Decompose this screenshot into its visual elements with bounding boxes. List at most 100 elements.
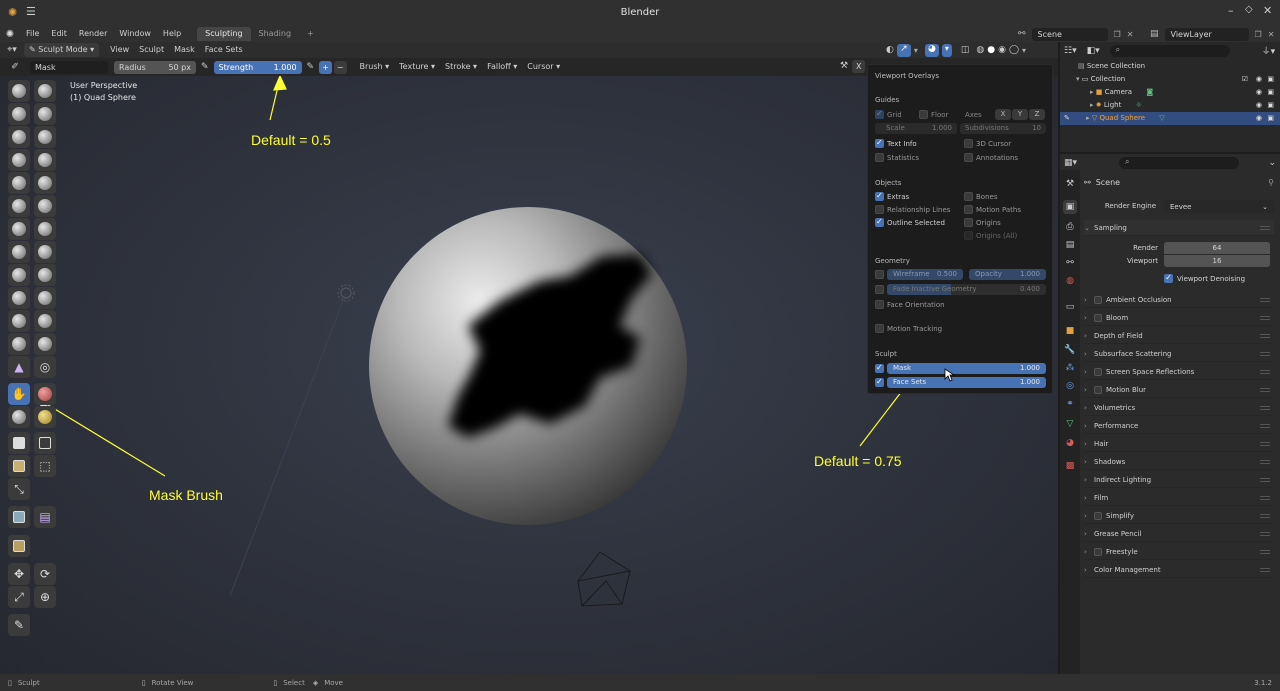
sculpt-mask-checkbox[interactable]: [875, 363, 884, 373]
axis-y-toggle[interactable]: Y: [1012, 109, 1028, 120]
filter-icon[interactable]: ⏚▾: [1262, 44, 1276, 57]
sculpt-face-sets-slider[interactable]: Face Sets 1.000: [887, 377, 1046, 388]
statistics-checkbox[interactable]: [875, 153, 884, 162]
menu-window[interactable]: Window: [113, 26, 157, 42]
panel-enable-checkbox[interactable]: [1094, 512, 1102, 520]
drag-grip-icon[interactable]: [1260, 460, 1270, 464]
quad-sphere-render-icon[interactable]: ▣: [1267, 112, 1274, 125]
properties-search-input[interactable]: ⌕: [1119, 156, 1240, 169]
menu-edit[interactable]: Edit: [45, 26, 73, 42]
tool-pinch[interactable]: [8, 241, 30, 263]
properties-options-icon[interactable]: ⌄: [1268, 158, 1276, 168]
stroke-dropdown[interactable]: Stroke ▾: [440, 60, 482, 74]
view-layer-name[interactable]: ViewLayer: [1164, 27, 1249, 41]
menu-help[interactable]: Help: [157, 26, 187, 42]
solid-shading-icon[interactable]: ●: [987, 45, 995, 55]
panel-performance[interactable]: › Performance: [1084, 418, 1274, 434]
tool-mesh-filter[interactable]: [8, 506, 30, 528]
fade-inactive-checkbox[interactable]: [875, 285, 884, 294]
tool-layer[interactable]: [34, 126, 56, 148]
outliner-row-quad-sphere[interactable]: ✎ ▸ ▽ Quad Sphere ▽ ◉ ▣: [1060, 112, 1280, 125]
blender-menu-icon[interactable]: ✺: [0, 29, 20, 40]
tool-crease[interactable]: [8, 172, 30, 194]
grid-subdivisions-field[interactable]: Subdivisions 10: [960, 123, 1046, 134]
drag-grip-icon[interactable]: [1260, 514, 1270, 518]
symmetry-icon[interactable]: ⚒: [840, 61, 848, 71]
output-tab-icon[interactable]: ⎙: [1063, 220, 1077, 234]
panel-sampling[interactable]: ⌄ Sampling: [1084, 220, 1274, 236]
tool-cloth-filter[interactable]: ▤: [34, 506, 56, 528]
drag-grip-icon[interactable]: [1260, 298, 1270, 302]
menu-render[interactable]: Render: [73, 26, 113, 42]
origins-checkbox[interactable]: [964, 218, 973, 227]
origins-all-checkbox[interactable]: [964, 231, 973, 240]
delete-view-layer-icon[interactable]: ✕: [1268, 30, 1275, 39]
panel-ambient-occlusion[interactable]: › Ambient Occlusion: [1084, 292, 1274, 308]
tool-scrape[interactable]: [8, 218, 30, 240]
tool-line-project[interactable]: ⤡: [8, 478, 30, 500]
menu-view[interactable]: View: [105, 43, 134, 57]
add-mask-button[interactable]: +: [319, 60, 332, 74]
tool-box-hide[interactable]: [34, 432, 56, 454]
collection-tab-icon[interactable]: ▭: [1063, 300, 1077, 314]
tool-draw[interactable]: [8, 80, 30, 102]
axis-z-toggle[interactable]: Z: [1029, 109, 1045, 120]
delete-scene-icon[interactable]: ✕: [1127, 30, 1134, 39]
new-scene-icon[interactable]: ❐: [1114, 30, 1121, 39]
motion-paths-checkbox[interactable]: [964, 205, 973, 214]
drag-grip-icon[interactable]: [1260, 334, 1270, 338]
outliner-editor-icon[interactable]: ☷▾: [1064, 46, 1077, 56]
panel-film[interactable]: › Film: [1084, 490, 1274, 506]
panel-freestyle[interactable]: › Freestyle: [1084, 544, 1274, 560]
tool-clay-strips[interactable]: [34, 103, 56, 125]
outliner-row-collection[interactable]: ▾ ▭ Collection ☑ ◉ ▣: [1060, 73, 1280, 86]
tool-draw-sharp[interactable]: [34, 80, 56, 102]
drag-grip-icon[interactable]: [1260, 370, 1270, 374]
minimize-icon[interactable]: –: [1228, 4, 1234, 17]
outliner-row-camera[interactable]: ▸ ■ Camera ◙ ◉ ▣: [1060, 86, 1280, 99]
tool-annotate[interactable]: ✎: [8, 614, 30, 636]
outliner-row-light[interactable]: ▸ ✹ Light ☼ ◉ ▣: [1060, 99, 1280, 112]
tool-rotate-transform[interactable]: ⟳: [34, 563, 56, 585]
camera-visibility-icon[interactable]: ◉: [1256, 86, 1262, 99]
panel-volumetrics[interactable]: › Volumetrics: [1084, 400, 1274, 416]
falloff-dropdown[interactable]: Falloff ▾: [482, 60, 522, 74]
motion-tracking-checkbox[interactable]: [875, 324, 884, 333]
drag-grip-icon[interactable]: [1260, 406, 1270, 410]
drag-grip-icon[interactable]: [1260, 442, 1270, 446]
sculpt-face-sets-checkbox[interactable]: [875, 377, 884, 387]
properties-editor-icon[interactable]: ▦▾: [1064, 158, 1077, 168]
face-orientation-checkbox[interactable]: [875, 300, 884, 309]
collection-visibility-icon[interactable]: ◉: [1256, 73, 1262, 86]
opacity-slider[interactable]: Opacity 1.000: [969, 269, 1046, 280]
menu-face-sets[interactable]: Face Sets: [200, 43, 248, 57]
tool-multires-displacement-eraser[interactable]: [8, 406, 30, 428]
drag-grip-icon[interactable]: [1260, 496, 1270, 500]
drag-grip-icon[interactable]: [1260, 532, 1270, 536]
tool-box-trim[interactable]: ⬚: [34, 455, 56, 477]
outliner-row-scene-collection[interactable]: ▤ Scene Collection: [1060, 60, 1280, 73]
drag-grip-icon[interactable]: [1260, 478, 1270, 482]
sculpt-mask-slider[interactable]: Mask 1.000: [887, 363, 1046, 374]
tool-slide-relax[interactable]: [8, 333, 30, 355]
tool-thumb[interactable]: [8, 287, 30, 309]
light-render-icon[interactable]: ▣: [1267, 99, 1274, 112]
panel-enable-checkbox[interactable]: [1094, 548, 1102, 556]
panel-shadows[interactable]: › Shadows: [1084, 454, 1274, 470]
strength-slider[interactable]: Strength 1.000: [213, 60, 302, 74]
mode-dropdown[interactable]: ✎ Sculpt Mode ▾: [24, 43, 100, 57]
gizmo-icon[interactable]: ↗: [896, 43, 911, 57]
collapse-chevron-icon[interactable]: ▾: [1076, 75, 1080, 83]
tool-clay-thumb[interactable]: [8, 126, 30, 148]
texture-dropdown[interactable]: Texture ▾: [394, 60, 440, 74]
tool-move[interactable]: ✥: [8, 563, 30, 585]
tool-tab-icon[interactable]: ⚒: [1063, 177, 1077, 191]
outliner-search-input[interactable]: ⌕: [1109, 44, 1230, 57]
brush-dropdown[interactable]: Brush ▾: [355, 60, 395, 74]
drag-grip-icon[interactable]: [1260, 424, 1270, 428]
tool-elastic-deform[interactable]: [8, 264, 30, 286]
brush-name-field[interactable]: Mask: [30, 60, 108, 74]
tool-nudge[interactable]: [8, 310, 30, 332]
restore-icon[interactable]: ◇: [1245, 4, 1253, 15]
xray-icon[interactable]: ◫: [961, 45, 970, 55]
